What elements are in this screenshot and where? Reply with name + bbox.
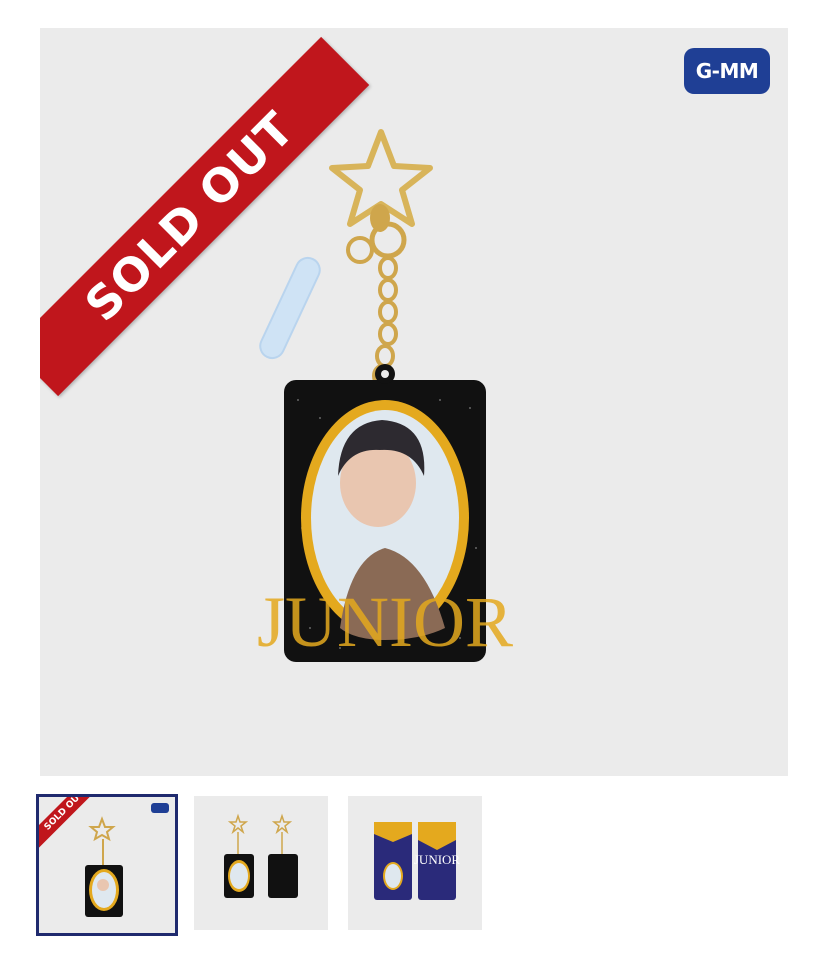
- thumbnail-1[interactable]: SOLD OUT: [36, 794, 178, 936]
- keychain-illustration: JUNIOR: [257, 129, 513, 662]
- card-title-text: JUNIOR: [257, 582, 513, 662]
- svg-text:JUNIOR: JUNIOR: [414, 852, 461, 867]
- holographic-charm: [259, 256, 321, 360]
- mini-brand-logo: [151, 803, 169, 813]
- thumb-keychain-2: [224, 813, 298, 898]
- gmmtv-logo: G-MM: [684, 48, 770, 94]
- thumb-packaging: JUNIOR: [374, 822, 461, 900]
- thumbnail-3[interactable]: JUNIOR: [348, 796, 482, 930]
- thumbnail-2[interactable]: [194, 796, 328, 930]
- product-main-image[interactable]: JUNIOR SOLD OUT G-MM: [40, 28, 788, 776]
